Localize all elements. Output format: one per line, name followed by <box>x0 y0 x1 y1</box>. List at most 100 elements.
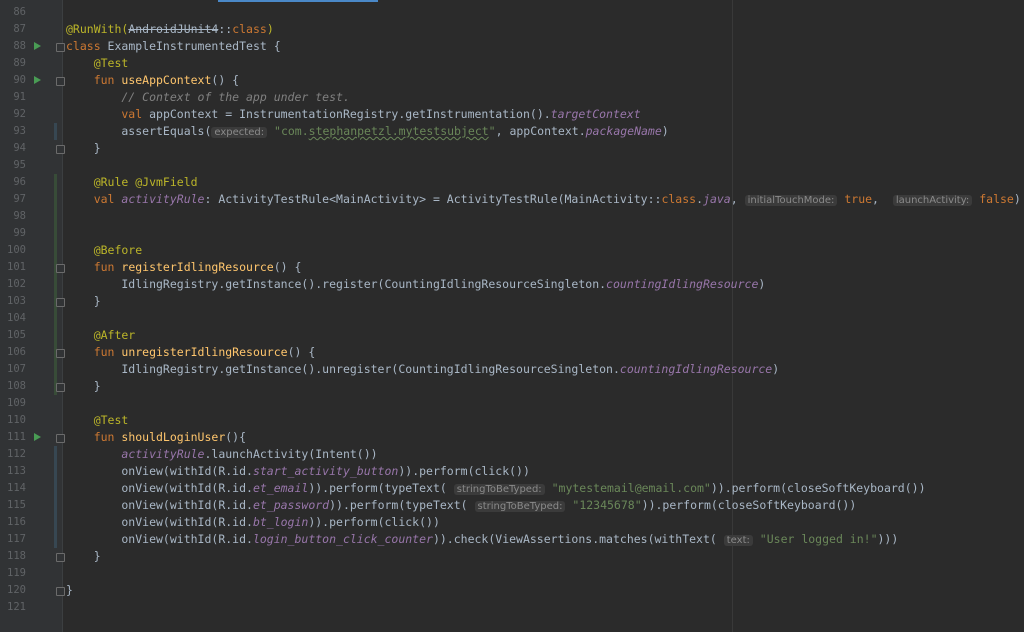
code-line[interactable]: 115 onView(withId(R.id.et_password)).per… <box>0 497 1024 514</box>
code-text[interactable]: activityRule.launchActivity(Intent()) <box>66 446 377 463</box>
code-line[interactable]: 88 class ExampleInstrumentedTest { <box>0 38 1024 55</box>
code-text[interactable]: @Test <box>66 55 129 72</box>
code-line[interactable]: 107 IdlingRegistry.getInstance().unregis… <box>0 361 1024 378</box>
code-line[interactable]: 106 fun unregisterIdlingResource() { <box>0 344 1024 361</box>
fold-toggle-icon[interactable] <box>56 77 65 86</box>
fold-toggle-icon[interactable] <box>56 587 65 596</box>
code-line[interactable]: 96 @Rule @JvmField <box>0 174 1024 191</box>
code-text[interactable]: assertEquals(expected: "com.stephanpetzl… <box>66 123 669 141</box>
code-line[interactable]: 120} <box>0 582 1024 599</box>
vcs-modified-marker[interactable] <box>54 480 57 497</box>
vcs-added-marker[interactable] <box>54 276 57 293</box>
code-token: :: <box>218 22 233 36</box>
code-line[interactable]: 91 // Context of the app under test. <box>0 89 1024 106</box>
code-line[interactable]: 92 val appContext = InstrumentationRegis… <box>0 106 1024 123</box>
code-text[interactable]: IdlingRegistry.getInstance().register(Co… <box>66 276 765 293</box>
code-text[interactable]: onView(withId(R.id.et_email)).perform(ty… <box>66 480 926 498</box>
vcs-added-marker[interactable] <box>54 208 57 225</box>
code-text[interactable]: fun unregisterIdlingResource() { <box>66 344 316 361</box>
code-text[interactable]: } <box>66 378 101 395</box>
code-line[interactable]: 119 <box>0 565 1024 582</box>
vcs-modified-marker[interactable] <box>54 531 57 548</box>
vcs-added-marker[interactable] <box>54 191 57 208</box>
code-line[interactable]: 112 activityRule.launchActivity(Intent()… <box>0 446 1024 463</box>
code-line[interactable]: 100 @Before <box>0 242 1024 259</box>
code-line[interactable]: 93 assertEquals(expected: "com.stephanpe… <box>0 123 1024 140</box>
code-line[interactable]: 105 @After <box>0 327 1024 344</box>
vcs-modified-marker[interactable] <box>54 514 57 531</box>
vcs-modified-marker[interactable] <box>54 446 57 463</box>
vcs-added-marker[interactable] <box>54 174 57 191</box>
fold-toggle-icon[interactable] <box>56 434 65 443</box>
code-text[interactable]: val activityRule: ActivityTestRule<MainA… <box>66 191 1021 209</box>
code-text[interactable]: onView(withId(R.id.et_password)).perform… <box>66 497 856 515</box>
code-line[interactable]: 98 <box>0 208 1024 225</box>
vcs-modified-marker[interactable] <box>54 497 57 514</box>
code-text[interactable]: @Rule @JvmField <box>66 174 198 191</box>
code-line[interactable]: 111 fun shouldLoginUser(){ <box>0 429 1024 446</box>
code-line[interactable]: 113 onView(withId(R.id.start_activity_bu… <box>0 463 1024 480</box>
fold-toggle-icon[interactable] <box>56 349 65 358</box>
fold-toggle-icon[interactable] <box>56 264 65 273</box>
vcs-added-marker[interactable] <box>54 242 57 259</box>
vcs-added-marker[interactable] <box>54 361 57 378</box>
code-text[interactable]: IdlingRegistry.getInstance().unregister(… <box>66 361 779 378</box>
line-number: 86 <box>13 6 26 18</box>
run-test-icon[interactable] <box>34 433 41 441</box>
code-text[interactable]: // Context of the app under test. <box>66 89 350 106</box>
fold-toggle-icon[interactable] <box>56 298 65 307</box>
code-line[interactable]: 110 @Test <box>0 412 1024 429</box>
vcs-modified-marker[interactable] <box>54 463 57 480</box>
line-number: 94 <box>13 142 26 154</box>
fold-toggle-icon[interactable] <box>56 43 65 52</box>
vcs-modified-marker[interactable] <box>54 123 57 140</box>
code-text[interactable]: } <box>66 548 101 565</box>
code-text[interactable]: } <box>66 582 73 599</box>
vcs-added-marker[interactable] <box>54 310 57 327</box>
code-token: useAppContext <box>121 73 212 87</box>
code-text[interactable]: val appContext = InstrumentationRegistry… <box>66 106 640 123</box>
code-line[interactable]: 121 <box>0 599 1024 616</box>
run-test-icon[interactable] <box>34 42 41 50</box>
run-test-icon[interactable] <box>34 76 41 84</box>
code-token: : ActivityTestRule<MainActivity> = Activ… <box>204 192 662 206</box>
code-line[interactable]: 118 } <box>0 548 1024 565</box>
code-line[interactable]: 86 <box>0 4 1024 21</box>
code-line[interactable]: 109 <box>0 395 1024 412</box>
code-line[interactable]: 97 val activityRule: ActivityTestRule<Ma… <box>0 191 1024 208</box>
code-line[interactable]: 116 onView(withId(R.id.bt_login)).perfor… <box>0 514 1024 531</box>
code-line[interactable]: 104 <box>0 310 1024 327</box>
fold-toggle-icon[interactable] <box>56 553 65 562</box>
code-line[interactable]: 90 fun useAppContext() { <box>0 72 1024 89</box>
code-line[interactable]: 89 @Test <box>0 55 1024 72</box>
code-line[interactable]: 95 <box>0 157 1024 174</box>
code-text[interactable]: fun shouldLoginUser(){ <box>66 429 246 446</box>
code-text[interactable]: @After <box>66 327 136 344</box>
code-line[interactable]: 101 fun registerIdlingResource() { <box>0 259 1024 276</box>
code-text[interactable]: onView(withId(R.id.login_button_click_co… <box>66 531 898 549</box>
code-line[interactable]: 99 <box>0 225 1024 242</box>
code-text[interactable]: } <box>66 140 101 157</box>
code-text[interactable]: } <box>66 293 101 310</box>
code-line[interactable]: 103 } <box>0 293 1024 310</box>
code-text[interactable]: onView(withId(R.id.bt_login)).perform(cl… <box>66 514 440 531</box>
fold-toggle-icon[interactable] <box>56 145 65 154</box>
vcs-added-marker[interactable] <box>54 327 57 344</box>
code-text[interactable]: @RunWith(AndroidJUnit4::class) <box>66 21 274 38</box>
code-line[interactable]: 114 onView(withId(R.id.et_email)).perfor… <box>0 480 1024 497</box>
code-token: ) <box>758 277 766 291</box>
code-line[interactable]: 94 } <box>0 140 1024 157</box>
code-text[interactable]: class ExampleInstrumentedTest { <box>66 38 281 55</box>
code-text[interactable]: onView(withId(R.id.start_activity_button… <box>66 463 530 480</box>
vcs-added-marker[interactable] <box>54 225 57 242</box>
code-line[interactable]: 102 IdlingRegistry.getInstance().registe… <box>0 276 1024 293</box>
code-line[interactable]: 117 onView(withId(R.id.login_button_clic… <box>0 531 1024 548</box>
code-line[interactable]: 108 } <box>0 378 1024 395</box>
code-text[interactable]: fun useAppContext() { <box>66 72 239 89</box>
code-text[interactable]: fun registerIdlingResource() { <box>66 259 302 276</box>
code-line[interactable]: 87 @RunWith(AndroidJUnit4::class) <box>0 21 1024 38</box>
code-text[interactable]: @Before <box>66 242 142 259</box>
fold-toggle-icon[interactable] <box>56 383 65 392</box>
code-text[interactable]: @Test <box>66 412 129 429</box>
code-token: packageName <box>585 124 662 138</box>
